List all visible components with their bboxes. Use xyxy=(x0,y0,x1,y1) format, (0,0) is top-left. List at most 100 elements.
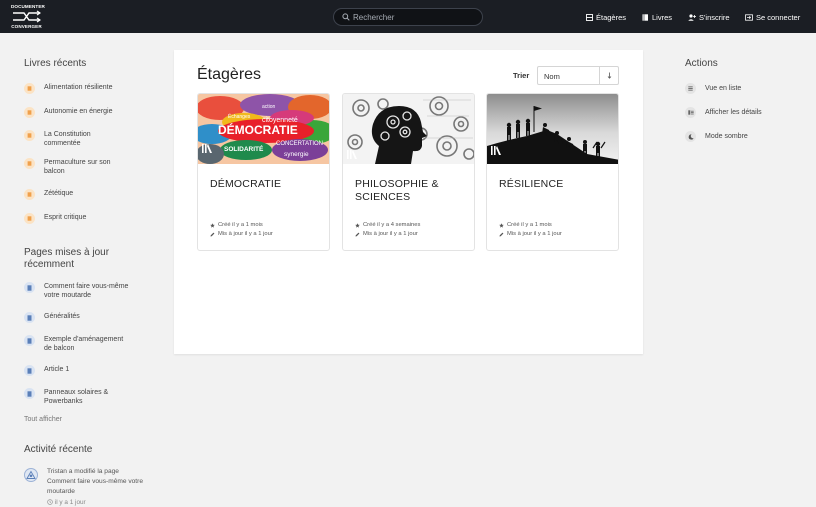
shelf-cover-philosophie-sciences xyxy=(343,94,474,164)
recent-book-label: Autonomie en énergie xyxy=(44,108,113,115)
pencil-icon xyxy=(210,232,215,236)
shelf-cover-resilience xyxy=(487,94,618,164)
updated-page-label: Article 1 xyxy=(44,366,70,373)
recent-book-item[interactable]: Esprit critique xyxy=(24,213,144,224)
nav-books-label: Livres xyxy=(652,12,673,22)
recent-book-label: Permaculture sur son balcon xyxy=(44,159,111,175)
recent-book-label: Zététique xyxy=(44,190,74,197)
recent-book-item[interactable]: Alimentation résiliente xyxy=(24,83,144,94)
star-icon xyxy=(210,222,215,228)
recent-book-item[interactable]: Autonomie en énergie xyxy=(24,107,144,118)
cover-word: SOLIDARITÉ xyxy=(224,144,264,153)
cover-word: DÉMOCRATIE xyxy=(218,122,298,137)
action-dark-mode[interactable]: Mode sombre xyxy=(685,131,748,142)
pencil-icon xyxy=(355,232,360,236)
logo-line-2: CONVERGER xyxy=(11,24,42,29)
shelf-name: DÉMOCRATIE xyxy=(210,178,282,190)
shelf-updated: Mis à jour il y a 1 jour xyxy=(499,231,562,237)
nav-register-label: S'inscrire xyxy=(699,12,730,22)
recent-activity-title: Activité récente xyxy=(24,444,93,455)
book-icon xyxy=(642,13,648,21)
sort-direction-button[interactable] xyxy=(599,67,619,84)
updated-page-item[interactable]: Article 1 xyxy=(24,365,144,376)
cover-word: action xyxy=(262,104,276,110)
recent-book-label: Esprit critique xyxy=(44,214,87,221)
updated-page-item[interactable]: Exemple d'aménagement de balcon xyxy=(24,335,144,353)
arrow-down-icon xyxy=(607,72,612,79)
nav-register[interactable]: S'inscrire xyxy=(688,12,730,22)
shelf-card-resilience[interactable]: RÉSILIENCE Créé il y a 1 mois Mis à jour… xyxy=(486,93,619,251)
recent-books-title: Livres récents xyxy=(24,58,87,69)
page-title: Étagères xyxy=(197,66,262,83)
shelf-name: RÉSILIENCE xyxy=(499,178,564,190)
details-icon xyxy=(685,107,696,118)
search-icon xyxy=(342,13,350,21)
book-icon xyxy=(24,189,35,200)
page-icon xyxy=(24,388,35,399)
cover-word: CONCERTATION xyxy=(276,141,323,147)
shelf-created-label: Créé il y a 1 mois xyxy=(507,222,552,228)
page-icon xyxy=(24,282,35,293)
sort-label: Trier xyxy=(513,71,530,80)
login-icon xyxy=(745,13,753,21)
pencil-icon xyxy=(499,232,504,236)
cover-word: citoyenneté xyxy=(262,117,298,124)
updated-page-label: Comment faire vous-même votre moutarde xyxy=(44,283,129,299)
site-logo[interactable]: DOCUMENTER CONVERGER xyxy=(11,4,45,30)
moon-icon xyxy=(685,131,696,142)
top-header: DOCUMENTER CONVERGER Étagères Livres xyxy=(0,0,816,33)
activity-time: il y a 1 jour xyxy=(47,499,86,506)
recent-book-item[interactable]: Zététique xyxy=(24,189,144,200)
cover-word: synergie xyxy=(284,151,309,158)
nav-books[interactable]: Livres xyxy=(642,12,672,22)
page-icon xyxy=(24,312,35,323)
page-icon xyxy=(24,365,35,376)
recent-book-label: La Constitution commentée xyxy=(44,131,91,147)
shelf-updated-label: Mis à jour il y a 1 jour xyxy=(363,231,418,237)
activity-time-label: il y a 1 jour xyxy=(54,499,86,506)
logo-line-1: DOCUMENTER xyxy=(11,4,45,9)
action-list-view[interactable]: Vue en liste xyxy=(685,83,741,94)
shelf-card-democratie[interactable]: DÉMOCRATIE citoyenneté SOLIDARITÉ CONCER… xyxy=(197,93,330,251)
nav-shelves[interactable]: Étagères xyxy=(586,12,626,22)
sort-value: Nom xyxy=(544,72,560,81)
nav-shelves-label: Étagères xyxy=(596,12,627,22)
book-icon xyxy=(24,158,35,169)
user-plus-icon xyxy=(688,13,696,21)
book-icon xyxy=(24,83,35,94)
view-all-link[interactable]: Tout afficher xyxy=(24,416,62,423)
search-box[interactable] xyxy=(333,8,483,26)
updated-page-item[interactable]: Comment faire vous-même votre moutarde xyxy=(24,282,144,300)
updated-page-label: Panneaux solaires & Powerbanks xyxy=(44,389,109,405)
book-icon xyxy=(24,130,35,141)
search-input[interactable] xyxy=(353,10,477,24)
updated-page-item[interactable]: Panneaux solaires & Powerbanks xyxy=(24,388,144,406)
shelf-updated: Mis à jour il y a 1 jour xyxy=(210,231,273,237)
shelf-created: Créé il y a 1 mois xyxy=(499,222,552,228)
updated-page-item[interactable]: Généralités xyxy=(24,312,144,323)
shelf-updated-label: Mis à jour il y a 1 jour xyxy=(218,231,273,237)
action-label: Afficher les détails xyxy=(705,109,762,116)
list-icon xyxy=(685,83,696,94)
book-icon xyxy=(24,107,35,118)
recent-book-label: Alimentation résiliente xyxy=(44,84,113,91)
user-avatar[interactable] xyxy=(24,468,38,482)
cover-word: Échanges xyxy=(228,113,251,120)
book-icon xyxy=(24,213,35,224)
shelf-created-label: Créé il y a 4 semaines xyxy=(363,222,421,228)
shelf-updated-label: Mis à jour il y a 1 jour xyxy=(507,231,562,237)
shelf-icon xyxy=(586,13,593,21)
shelf-created: Créé il y a 4 semaines xyxy=(355,222,420,228)
nav-login[interactable]: Se connecter xyxy=(745,12,800,22)
shelf-created: Créé il y a 1 mois xyxy=(210,222,263,228)
action-show-details[interactable]: Afficher les détails xyxy=(685,107,762,118)
sort-select[interactable]: Nom xyxy=(537,66,619,85)
activity-text[interactable]: Tristan a modifié la page Comment faire … xyxy=(47,467,147,497)
recent-book-item[interactable]: Permaculture sur son balcon xyxy=(24,158,144,176)
updated-page-label: Exemple d'aménagement de balcon xyxy=(44,336,124,352)
shelf-card-philosophie-sciences[interactable]: PHILOSOPHIE & SCIENCES Créé il y a 4 sem… xyxy=(342,93,475,251)
updated-page-label: Généralités xyxy=(44,313,80,320)
recent-book-item[interactable]: La Constitution commentée xyxy=(24,130,144,148)
nav-login-label: Se connecter xyxy=(756,12,801,22)
shelf-cover-democratie: DÉMOCRATIE citoyenneté SOLIDARITÉ CONCER… xyxy=(198,94,329,164)
